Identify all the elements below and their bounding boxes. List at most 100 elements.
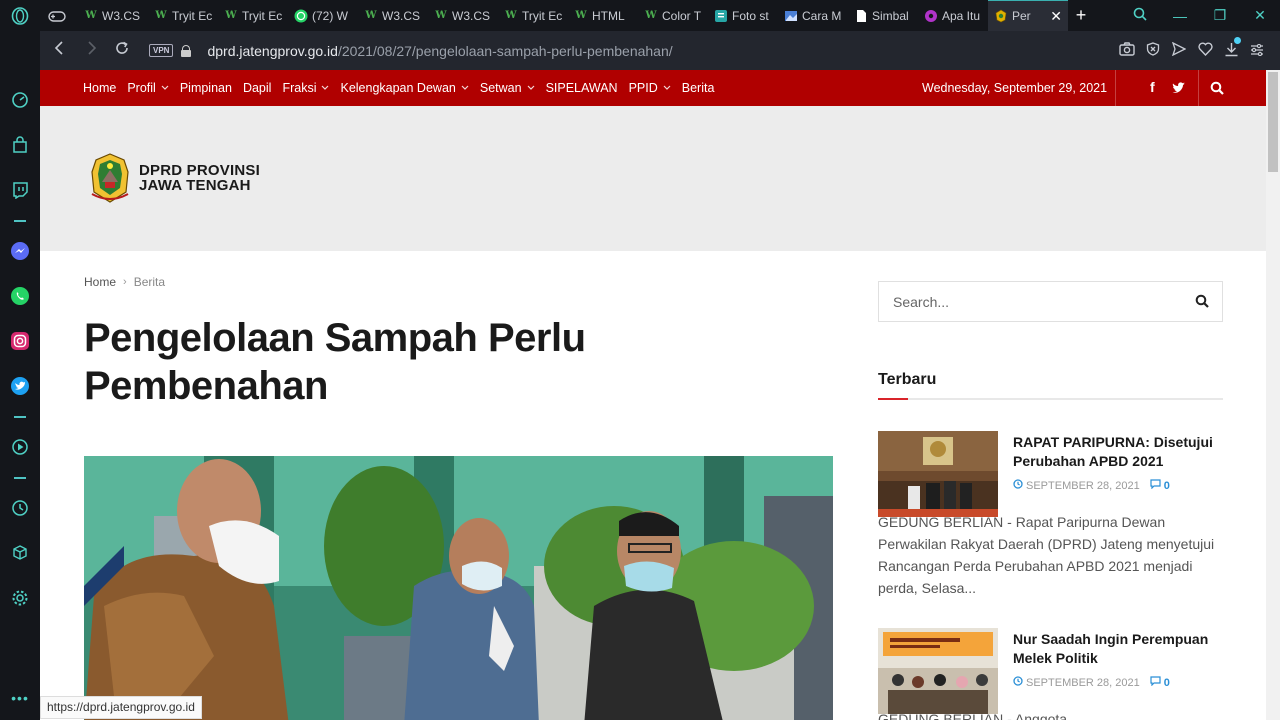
tab-active[interactable]: Per ✕ bbox=[988, 0, 1068, 31]
tab[interactable]: Foto st bbox=[708, 0, 778, 31]
sidebar-separator bbox=[14, 220, 26, 222]
maximize-button[interactable]: ❐ bbox=[1200, 7, 1240, 24]
messenger-icon[interactable] bbox=[10, 241, 30, 261]
instagram-icon[interactable] bbox=[10, 331, 30, 351]
chevron-down-icon bbox=[321, 83, 329, 93]
adblock-icon[interactable] bbox=[1140, 42, 1166, 59]
search-input[interactable] bbox=[893, 293, 1173, 310]
tab-game[interactable] bbox=[40, 0, 78, 31]
tab[interactable]: W Color T bbox=[638, 0, 708, 31]
tab[interactable]: W W3.CS bbox=[78, 0, 148, 31]
page-scrollbar[interactable] bbox=[1266, 70, 1280, 720]
player-icon[interactable] bbox=[10, 437, 30, 457]
tab[interactable]: W Tryit Ec bbox=[148, 0, 218, 31]
w3-icon: W bbox=[85, 10, 97, 21]
nav-item-ppid[interactable]: PPID bbox=[629, 81, 671, 95]
breadcrumb-home[interactable]: Home bbox=[84, 275, 116, 289]
tab-label: HTML bbox=[592, 8, 625, 23]
back-button[interactable] bbox=[44, 41, 75, 60]
nav-item-profil[interactable]: Profil bbox=[127, 81, 169, 95]
tab[interactable]: W W3.CS bbox=[358, 0, 428, 31]
nav-item-fraksi[interactable]: Fraksi bbox=[282, 81, 329, 95]
post-title[interactable]: RAPAT PARIPURNA: Disetujui Perubahan APB… bbox=[1013, 433, 1223, 471]
w3-icon: W bbox=[645, 10, 657, 21]
nav-item-pimpinan[interactable]: Pimpinan bbox=[180, 81, 232, 95]
history-icon[interactable] bbox=[10, 498, 30, 518]
nav-divider bbox=[1198, 70, 1199, 106]
nav-item-label: Setwan bbox=[479, 81, 522, 95]
nav-item-sipelawan[interactable]: SIPELAWAN bbox=[546, 81, 618, 95]
post-thumbnail[interactable] bbox=[878, 628, 998, 714]
minimize-button[interactable]: — bbox=[1160, 8, 1200, 24]
nav-item-label: Home bbox=[83, 81, 117, 95]
more-icon[interactable]: ••• bbox=[10, 688, 30, 708]
comment-count[interactable]: 0 bbox=[1164, 480, 1170, 492]
doc-icon bbox=[714, 9, 728, 23]
search-icon[interactable] bbox=[1210, 81, 1224, 98]
article-featured-image[interactable] bbox=[84, 456, 833, 720]
heart-icon[interactable] bbox=[1192, 42, 1218, 59]
site-logo[interactable]: DPRD PROVINSI JAWA TENGAH bbox=[88, 152, 260, 204]
nav-item-dapil[interactable]: Dapil bbox=[243, 81, 272, 95]
tab[interactable]: Simbal bbox=[848, 0, 918, 31]
download-icon[interactable] bbox=[1218, 36, 1244, 60]
settings-icon[interactable] bbox=[10, 588, 30, 608]
chevron-down-icon bbox=[663, 83, 671, 93]
search-icon[interactable] bbox=[1195, 294, 1209, 313]
w3-icon: W bbox=[155, 10, 167, 21]
url-path: /2021/08/27/pengelolaan-sampah-perlu-pem… bbox=[337, 42, 673, 59]
w3-icon: W bbox=[225, 10, 237, 21]
browser-sidebar: ••• bbox=[0, 31, 40, 720]
extensions-icon[interactable] bbox=[10, 543, 30, 563]
twitter-icon[interactable] bbox=[10, 376, 30, 396]
search-tabs-icon[interactable] bbox=[1120, 7, 1160, 24]
tab[interactable]: W Tryit Ec bbox=[498, 0, 568, 31]
tab[interactable]: W W3.CS bbox=[428, 0, 498, 31]
tab-label: Per bbox=[1012, 9, 1031, 23]
scrollbar-thumb[interactable] bbox=[1268, 72, 1278, 172]
whatsapp-icon bbox=[294, 9, 308, 23]
post-date[interactable]: SEPTEMBER 28, 2021 bbox=[1026, 480, 1140, 492]
nav-item-kelengkapan-dewan[interactable]: Kelengkapan Dewan bbox=[340, 81, 469, 95]
jateng-emblem-icon bbox=[91, 153, 129, 203]
breadcrumb-current[interactable]: Berita bbox=[134, 275, 165, 289]
w3-icon: W bbox=[435, 10, 447, 21]
opera-menu-icon[interactable] bbox=[0, 0, 40, 31]
sidebar-separator bbox=[14, 416, 26, 418]
chevron-down-icon bbox=[527, 83, 535, 93]
post-date[interactable]: SEPTEMBER 28, 2021 bbox=[1026, 677, 1140, 689]
comment-count[interactable]: 0 bbox=[1164, 677, 1170, 689]
tab[interactable]: Cara M bbox=[778, 0, 848, 31]
tab[interactable]: W HTML bbox=[568, 0, 638, 31]
reload-button[interactable] bbox=[106, 40, 137, 61]
w3-icon: W bbox=[365, 10, 377, 21]
new-tab-button[interactable]: + bbox=[1068, 5, 1094, 26]
url-field[interactable]: dprd.jatengprov.go.id/2021/08/27/pengelo… bbox=[207, 43, 672, 59]
latest-post: Nur Saadah Ingin Perempuan Melek Politik… bbox=[878, 628, 1223, 720]
forward-button[interactable] bbox=[75, 41, 106, 60]
post-title[interactable]: Nur Saadah Ingin Perempuan Melek Politik bbox=[1013, 630, 1223, 668]
post-thumbnail[interactable] bbox=[878, 431, 998, 517]
camera-icon[interactable] bbox=[1114, 42, 1140, 59]
tab[interactable]: Apa Itu bbox=[918, 0, 988, 31]
whatsapp-icon[interactable] bbox=[10, 286, 30, 306]
easy-setup-icon[interactable] bbox=[1244, 43, 1270, 59]
tab[interactable]: (72) W bbox=[288, 0, 358, 31]
lock-icon[interactable] bbox=[181, 44, 192, 57]
nav-item-home[interactable]: Home bbox=[83, 81, 116, 95]
nav-item-setwan[interactable]: Setwan bbox=[480, 81, 535, 95]
close-window-button[interactable]: ✕ bbox=[1240, 7, 1280, 24]
vpn-badge[interactable]: VPN bbox=[149, 44, 174, 57]
nav-item-label: Kelengkapan Dewan bbox=[340, 81, 456, 95]
nav-item-berita[interactable]: Berita bbox=[682, 81, 715, 95]
widget-title-underline bbox=[878, 398, 1223, 400]
facebook-icon[interactable]: f bbox=[1150, 79, 1155, 95]
twitter-icon[interactable] bbox=[1172, 81, 1186, 97]
send-icon[interactable] bbox=[1166, 41, 1192, 59]
site-top-nav: Home Profil Pimpinan Dapil Fraksi Kelengkapan… bbox=[40, 70, 1266, 106]
shopping-icon[interactable] bbox=[10, 135, 30, 155]
speed-dial-icon[interactable] bbox=[10, 90, 30, 110]
tab[interactable]: W Tryit Ec bbox=[218, 0, 288, 31]
close-tab-icon[interactable]: ✕ bbox=[1050, 8, 1062, 25]
twitch-icon[interactable] bbox=[10, 180, 30, 200]
